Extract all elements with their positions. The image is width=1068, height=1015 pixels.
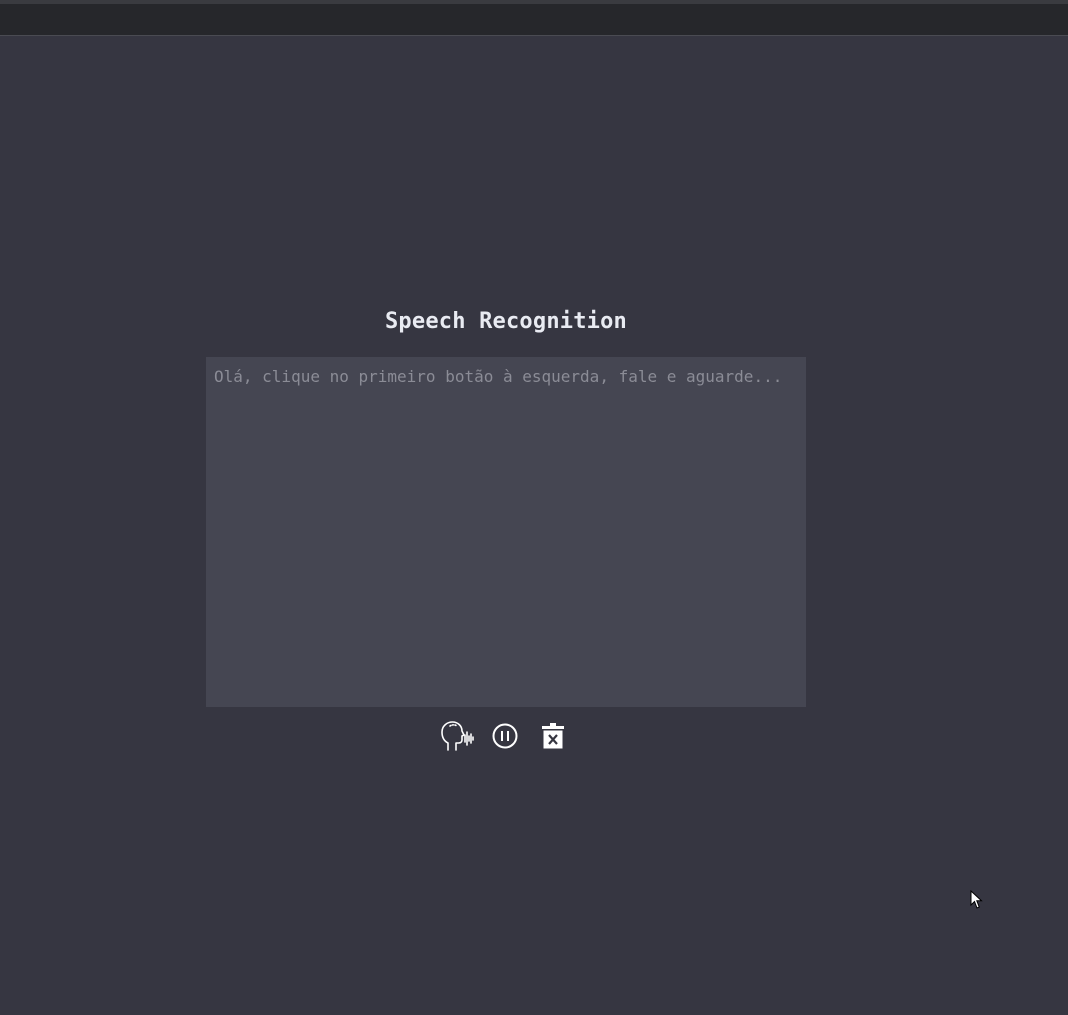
clear-transcript-button[interactable] — [536, 719, 570, 753]
pause-circle-icon — [491, 722, 519, 750]
browser-top-bar — [0, 0, 1068, 36]
page-title: Speech Recognition — [384, 309, 627, 334]
transcript-textarea[interactable] — [206, 357, 806, 707]
pause-recognition-button[interactable] — [488, 719, 522, 753]
start-recognition-button[interactable] — [440, 719, 474, 753]
mouse-cursor-icon — [970, 890, 983, 909]
page-content: Speech Recognition — [0, 37, 1068, 1015]
controls-bar — [440, 718, 570, 754]
trash-x-icon — [541, 722, 565, 750]
speaking-head-icon — [440, 720, 474, 752]
